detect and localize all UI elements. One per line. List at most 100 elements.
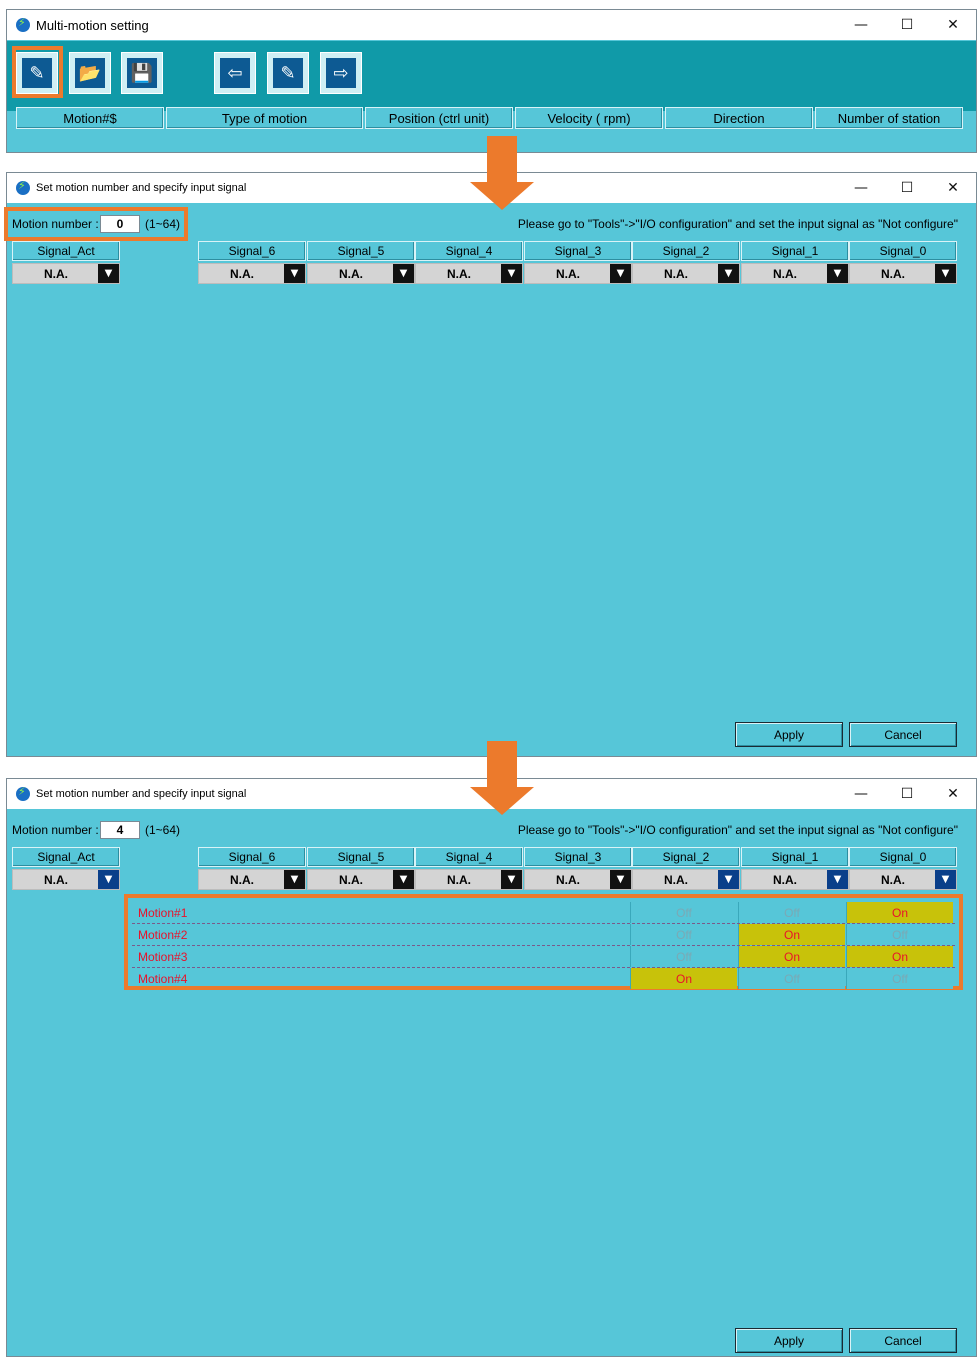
signal-0-state[interactable]: Off [846,924,953,945]
minimize-button[interactable]: — [838,779,884,809]
signal-2-state[interactable]: Off [630,924,737,945]
chevron-down-icon[interactable]: ▼ [284,264,305,283]
signal-2-state[interactable]: Off [630,946,737,967]
motion-name: Motion#2 [138,928,188,942]
signal-value: N.A. [664,872,688,887]
signal-5-header: Signal_5 [307,241,415,261]
signal-0-state[interactable]: On [846,902,953,923]
signal-2-state[interactable]: On [630,968,737,989]
app-logo-icon [16,785,30,801]
chevron-down-icon[interactable]: ▼ [827,264,848,283]
chevron-down-icon[interactable]: ▼ [935,264,956,283]
read-from-drive-button[interactable]: ⇦ [214,52,256,94]
apply-button[interactable]: Apply [735,1328,843,1353]
column-header[interactable]: Number of station [815,107,963,129]
maximize-button[interactable]: ☐ [884,779,930,809]
minimize-button[interactable]: — [838,173,884,203]
signal-1-state[interactable]: Off [738,968,845,989]
signal-act-select[interactable]: N.A. ▼ [12,869,120,890]
close-button[interactable]: ✕ [930,173,976,203]
chevron-down-icon[interactable]: ▼ [501,870,522,889]
flow-arrow [470,136,534,212]
chevron-down-icon[interactable]: ▼ [284,870,305,889]
signal-2-state[interactable]: Off [630,902,737,923]
save-file-button[interactable]: 💾 [121,52,163,94]
signal-5-select[interactable]: N.A. ▼ [307,263,415,284]
signal-value: N.A. [230,266,254,281]
column-header[interactable]: Velocity ( rpm) [515,107,663,129]
chevron-down-icon[interactable]: ▼ [501,264,522,283]
export-button[interactable]: ⇨ [320,52,362,94]
signal-6-select[interactable]: N.A. ▼ [198,869,306,890]
app-logo-icon [16,179,30,195]
chevron-down-icon[interactable]: ▼ [935,870,956,889]
signal-6-select[interactable]: N.A. ▼ [198,263,306,284]
signal-0-state[interactable]: Off [846,968,953,989]
column-header[interactable]: Direction [665,107,813,129]
signal-0-state[interactable]: On [846,946,953,967]
app-logo-icon [16,16,30,32]
chip-export-icon: ⇨ [326,58,356,88]
write-to-drive-button[interactable]: ✎ [267,52,309,94]
signal-1-state[interactable]: On [738,924,845,945]
table-row[interactable]: Motion#1 Off Off On [132,902,955,924]
chevron-down-icon[interactable]: ▼ [610,264,631,283]
close-button[interactable]: ✕ [930,779,976,809]
column-header[interactable]: Position (ctrl unit) [365,107,513,129]
signal-1-state[interactable]: Off [738,902,845,923]
signal-value: N.A. [447,872,471,887]
table-row[interactable]: Motion#3 Off On On [132,946,955,968]
signal-3-header: Signal_3 [524,847,632,867]
signal-3-select[interactable]: N.A. ▼ [524,869,632,890]
cancel-button[interactable]: Cancel [849,722,957,747]
signal-1-select[interactable]: N.A. ▼ [741,869,849,890]
signal-2-select[interactable]: N.A. ▼ [632,869,740,890]
title-bar: Multi-motion setting — ☐ ✕ [7,10,976,40]
dialog-title: Set motion number and specify input sign… [36,182,247,194]
signal-act-value: N.A. [44,872,68,887]
signal-0-header: Signal_0 [849,847,957,867]
signal-value: N.A. [339,872,363,887]
close-button[interactable]: ✕ [930,10,976,40]
chevron-down-icon[interactable]: ▼ [393,264,414,283]
chevron-down-icon[interactable]: ▼ [98,870,119,889]
signal-4-header: Signal_4 [415,847,523,867]
cancel-button[interactable]: Cancel [849,1328,957,1353]
toolbar: ✎ 📂 💾 ⇦ ✎ ⇨ [7,41,976,111]
table-row[interactable]: Motion#4 On Off Off [132,968,955,990]
signal-3-select[interactable]: N.A. ▼ [524,263,632,284]
chevron-down-icon[interactable]: ▼ [827,870,848,889]
chevron-down-icon[interactable]: ▼ [718,870,739,889]
apply-button[interactable]: Apply [735,722,843,747]
signal-value: N.A. [773,872,797,887]
signal-act-select[interactable]: N.A. ▼ [12,263,120,284]
motion-name: Motion#1 [138,906,188,920]
minimize-button[interactable]: — [838,10,884,40]
signal-2-select[interactable]: N.A. ▼ [632,263,740,284]
signal-5-select[interactable]: N.A. ▼ [307,869,415,890]
set-motion-dialog: Set motion number and specify input sign… [6,172,977,757]
signal-1-select[interactable]: N.A. ▼ [741,263,849,284]
column-header[interactable]: Motion#$ [16,107,164,129]
motion-number-input[interactable]: 4 [100,821,140,839]
signal-0-select[interactable]: N.A. ▼ [849,263,957,284]
signal-1-state[interactable]: On [738,946,845,967]
signal-act-value: N.A. [44,266,68,281]
multi-motion-window: Multi-motion setting — ☐ ✕ ✎ 📂 💾 ⇦ ✎ ⇨ M… [6,9,977,153]
open-file-button[interactable]: 📂 [69,52,111,94]
table-row[interactable]: Motion#2 Off On Off [132,924,955,946]
signal-4-select[interactable]: N.A. ▼ [415,263,523,284]
chevron-down-icon[interactable]: ▼ [98,264,119,283]
chevron-down-icon[interactable]: ▼ [718,264,739,283]
set-motion-dialog: Set motion number and specify input sign… [6,778,977,1357]
signal-2-header: Signal_2 [632,241,740,261]
maximize-button[interactable]: ☐ [884,173,930,203]
column-header[interactable]: Type of motion [166,107,363,129]
maximize-button[interactable]: ☐ [884,10,930,40]
chevron-down-icon[interactable]: ▼ [610,870,631,889]
flow-arrow [470,741,534,817]
signal-0-select[interactable]: N.A. ▼ [849,869,957,890]
signal-1-header: Signal_1 [741,241,849,261]
signal-4-select[interactable]: N.A. ▼ [415,869,523,890]
chevron-down-icon[interactable]: ▼ [393,870,414,889]
